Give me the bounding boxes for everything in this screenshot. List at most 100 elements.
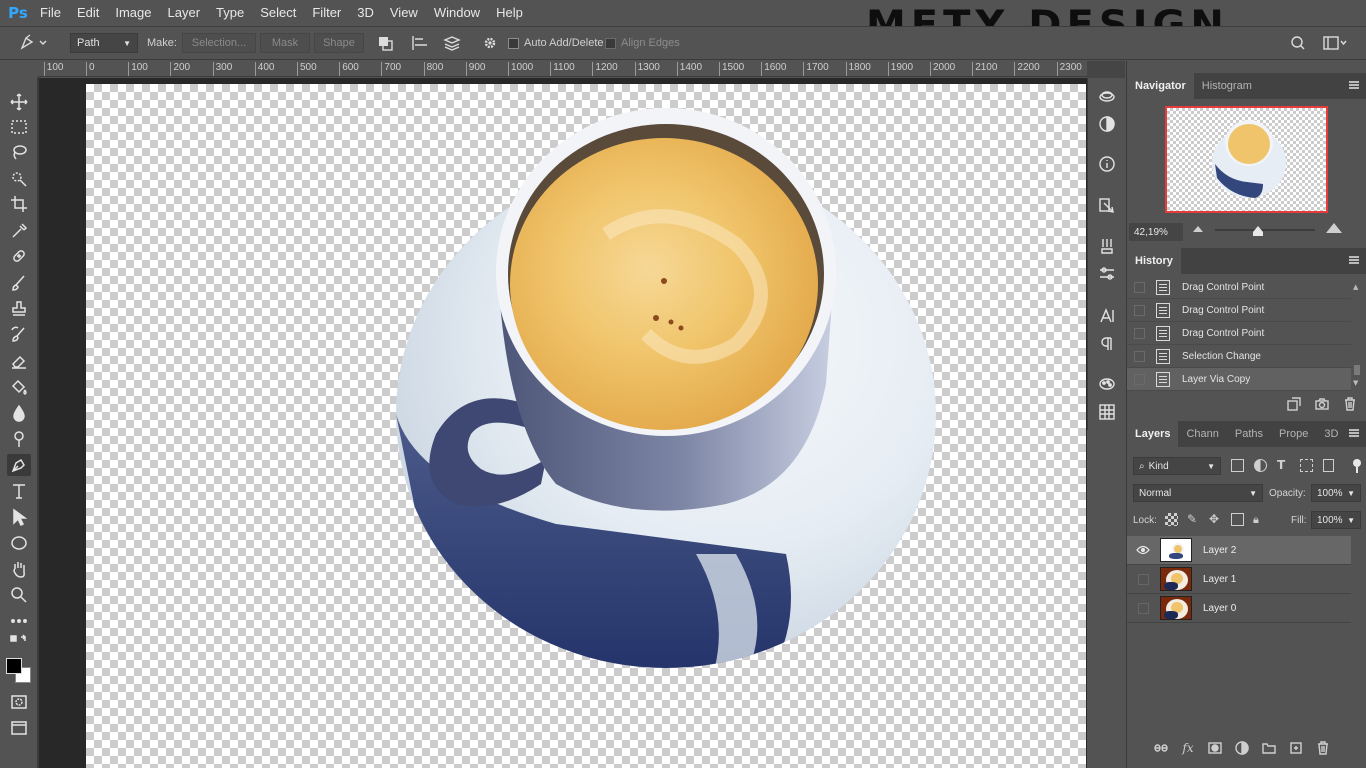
tab-paths[interactable]: Paths	[1227, 421, 1271, 447]
screen-mode-icon[interactable]	[7, 717, 31, 739]
move-tool-icon[interactable]	[7, 91, 31, 113]
lock-position-icon[interactable]: ✥	[1209, 513, 1222, 526]
tab-properties[interactable]: Prope	[1271, 421, 1316, 447]
panel-menu-icon[interactable]	[1349, 429, 1359, 437]
tab-layers[interactable]: Layers	[1127, 421, 1179, 447]
adjustment-filter-icon[interactable]	[1254, 459, 1267, 472]
paint-bucket-tool-icon[interactable]	[7, 376, 31, 398]
brush-tool-icon[interactable]	[7, 272, 31, 294]
layer-row[interactable]: Layer 0	[1127, 594, 1351, 623]
quick-selection-tool-icon[interactable]	[7, 168, 31, 190]
type-filter-icon[interactable]: T	[1277, 459, 1290, 472]
path-arrangement-icon[interactable]	[442, 33, 466, 53]
zoom-slider[interactable]	[1215, 229, 1315, 231]
pen-tool-icon[interactable]	[7, 454, 31, 476]
eraser-tool-icon[interactable]	[7, 350, 31, 372]
history-brush-source-box[interactable]	[1134, 350, 1145, 362]
marquee-tool-icon[interactable]	[7, 116, 31, 138]
auto-add-delete-checkbox[interactable]: Auto Add/Delete	[508, 33, 604, 53]
ellipse-tool-icon[interactable]	[7, 532, 31, 554]
camera-icon[interactable]	[1315, 397, 1329, 411]
history-item[interactable]: Drag Control Point	[1127, 276, 1351, 299]
visibility-toggle[interactable]	[1135, 571, 1151, 587]
menu-layer[interactable]: Layer	[160, 0, 209, 26]
document-canvas[interactable]	[86, 84, 1086, 768]
layer-filter-select[interactable]: ⌕ Kind ▼	[1133, 457, 1221, 475]
history-scrollbar[interactable]: ▲ ▼	[1353, 283, 1361, 389]
menu-filter[interactable]: Filter	[304, 0, 349, 26]
path-selection-tool-icon[interactable]	[7, 506, 31, 528]
layer-row[interactable]: Layer 1	[1127, 565, 1351, 594]
history-brush-source-box[interactable]	[1134, 304, 1145, 316]
navigator-thumbnail[interactable]	[1165, 106, 1328, 213]
menu-type[interactable]: Type	[208, 0, 252, 26]
panel-menu-icon[interactable]	[1349, 81, 1359, 89]
libraries-icon[interactable]	[1097, 86, 1117, 106]
healing-brush-tool-icon[interactable]	[7, 245, 31, 267]
zoom-out-icon[interactable]	[1193, 226, 1203, 232]
pen-tool-preset-icon[interactable]	[18, 33, 58, 53]
panel-strip-header[interactable]	[1087, 61, 1125, 78]
layer-row[interactable]: Layer 2	[1127, 536, 1351, 565]
shape-filter-icon[interactable]	[1300, 459, 1313, 472]
more-tools-icon[interactable]	[7, 610, 31, 632]
zoom-in-icon[interactable]	[1326, 223, 1342, 233]
eyedropper-tool-icon[interactable]	[7, 220, 31, 242]
type-tool-icon[interactable]	[7, 480, 31, 502]
gear-icon[interactable]	[482, 33, 502, 53]
path-alignment-icon[interactable]	[410, 33, 434, 53]
history-item[interactable]: Selection Change	[1127, 345, 1351, 368]
tab-navigator[interactable]: Navigator	[1127, 73, 1194, 99]
lock-transparent-icon[interactable]	[1165, 513, 1178, 526]
menu-file[interactable]: File	[32, 0, 69, 26]
dodge-tool-icon[interactable]	[7, 428, 31, 450]
menu-view[interactable]: View	[382, 0, 426, 26]
lock-all-icon[interactable]: 🔒︎	[1253, 513, 1264, 526]
swatches-icon[interactable]	[1097, 374, 1117, 394]
color-swatches[interactable]	[5, 657, 35, 687]
info-icon[interactable]	[1097, 154, 1117, 174]
menu-help[interactable]: Help	[488, 0, 531, 26]
folder-icon[interactable]	[1262, 741, 1276, 755]
tool-presets-icon[interactable]	[1097, 264, 1117, 284]
blur-tool-icon[interactable]	[7, 402, 31, 424]
align-edges-checkbox[interactable]: Align Edges	[605, 33, 680, 53]
tab-history[interactable]: History	[1127, 248, 1181, 274]
history-brush-tool-icon[interactable]	[7, 324, 31, 346]
trash-icon[interactable]	[1316, 741, 1330, 755]
menu-edit[interactable]: Edit	[69, 0, 107, 26]
tab-channels[interactable]: Chann	[1178, 421, 1226, 447]
pen-mode-select[interactable]: Path ▼	[70, 33, 138, 53]
history-brush-source-box[interactable]	[1134, 327, 1145, 339]
link-layers-icon[interactable]	[1154, 741, 1168, 755]
lock-pixels-icon[interactable]: ✎	[1187, 513, 1200, 526]
opacity-field[interactable]: 100% ▼	[1311, 484, 1361, 502]
add-mask-icon[interactable]	[1208, 741, 1222, 755]
history-item[interactable]: Drag Control Point	[1127, 299, 1351, 322]
visibility-toggle[interactable]	[1135, 600, 1151, 616]
pixel-filter-icon[interactable]	[1231, 459, 1244, 472]
menu-3d[interactable]: 3D	[349, 0, 382, 26]
tab-histogram[interactable]: Histogram	[1194, 73, 1260, 99]
adjustment-layer-icon[interactable]	[1235, 741, 1249, 755]
horizontal-ruler[interactable]: 100 0 100 200 300 400 500 600 700 800 900 1000 1100 1…	[38, 61, 1087, 77]
crop-tool-icon[interactable]	[7, 193, 31, 215]
foreground-color-swatch[interactable]	[6, 658, 22, 674]
color-swap-icon[interactable]	[7, 632, 31, 654]
new-document-from-state-icon[interactable]	[1287, 397, 1301, 411]
zoom-slider-handle[interactable]	[1253, 226, 1263, 236]
paragraph-icon[interactable]	[1097, 334, 1117, 354]
lasso-tool-icon[interactable]	[7, 141, 31, 163]
fx-icon[interactable]: fx	[1181, 741, 1195, 755]
quick-mask-icon[interactable]	[7, 691, 31, 713]
brush-settings-icon[interactable]	[1097, 236, 1117, 256]
lock-artboard-icon[interactable]	[1231, 513, 1244, 526]
blend-mode-select[interactable]: Normal ▼	[1133, 484, 1263, 502]
zoom-tool-icon[interactable]	[7, 584, 31, 606]
grid-icon[interactable]	[1097, 402, 1117, 422]
path-operations-icon[interactable]	[376, 33, 400, 53]
menu-select[interactable]: Select	[252, 0, 304, 26]
history-item[interactable]: Layer Via Copy	[1127, 368, 1351, 391]
menu-window[interactable]: Window	[426, 0, 488, 26]
character-icon[interactable]	[1097, 306, 1117, 326]
